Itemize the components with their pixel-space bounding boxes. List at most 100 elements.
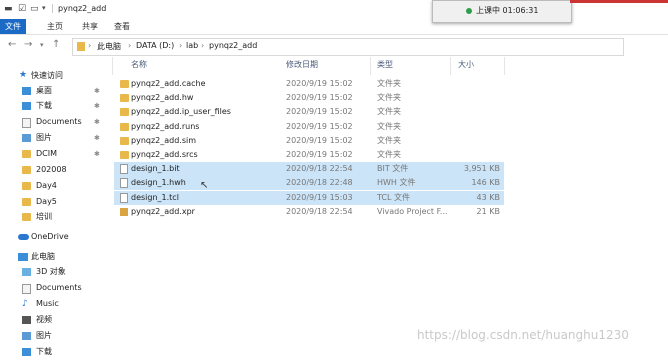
file-row[interactable]: design_1.tcl 2020/9/19 15:03 TCL 文件 43 KB: [114, 190, 504, 205]
column-header-size[interactable]: 大小: [458, 59, 474, 70]
file-size: 146 KB: [471, 178, 500, 188]
sidebar-item-3d-objects[interactable]: 3D 对象: [0, 264, 104, 280]
file-type: 文件夹: [377, 150, 401, 159]
cube-icon: [22, 268, 31, 276]
sidebar-item-documents[interactable]: Documents ✱: [0, 114, 104, 130]
file-row[interactable]: design_1.bit 2020/9/18 22:54 BIT 文件 3,951 K…: [114, 162, 504, 177]
qa-dropdown-icon[interactable]: ▾: [42, 4, 46, 12]
mouse-cursor-icon: ↖: [200, 180, 209, 191]
column-header-date[interactable]: 修改日期: [286, 59, 318, 70]
file-type: 文件夹: [377, 121, 401, 131]
sidebar-item-dcim[interactable]: DCIM ✱: [0, 146, 104, 162]
file-row[interactable]: pynqz2_add.ip_user_files 2020/9/19 15:02 文…: [114, 105, 504, 119]
file-date: 2020/9/19 15:02: [286, 93, 353, 103]
sidebar-item-label: Documents: [36, 283, 82, 292]
chevron-right-icon: ›: [201, 41, 205, 50]
sidebar-item-label: 202008: [36, 165, 67, 174]
sidebar-item-this-pc[interactable]: 此电脑: [0, 249, 104, 265]
tab-home[interactable]: 主页: [42, 19, 68, 34]
sidebar-item-label: 下载: [36, 347, 52, 356]
file-date: 2020/9/19 15:02: [286, 121, 353, 131]
file-type: 文件夹: [377, 93, 401, 103]
folder-icon: [22, 213, 31, 221]
breadcrumb-data-drive[interactable]: DATA (D:): [136, 41, 174, 50]
file-size: 21 KB: [476, 206, 500, 216]
file-date: 2020/9/19 15:02: [286, 107, 353, 117]
folder-icon: [120, 151, 129, 159]
sidebar-item-desktop[interactable]: 桌面 ✱: [0, 83, 104, 99]
computer-icon: [18, 253, 28, 261]
column-divider[interactable]: [504, 57, 505, 75]
document-icon: [22, 284, 31, 294]
vivado-project-icon: [120, 207, 128, 216]
sidebar-item-downloads-pc[interactable]: 下载: [0, 344, 104, 360]
file-list: 名称 修改日期 类型 大小 pynqz2_add.cache 2020/9/19 …: [112, 57, 668, 355]
file-row[interactable]: design_1.hwh 2020/9/18 22:48 HWH 文件 146 KB: [114, 176, 504, 191]
folder-icon: [22, 182, 31, 190]
pin-icon[interactable]: ✱: [94, 146, 100, 162]
sidebar-item-202008[interactable]: 202008: [0, 162, 104, 178]
file-row[interactable]: pynqz2_add.cache 2020/9/19 15:02 文件夹: [114, 77, 504, 91]
breadcrumb-pynqz2-add[interactable]: pynqz2_add: [209, 41, 257, 50]
tab-view[interactable]: 查看: [109, 19, 135, 34]
file-row[interactable]: pynqz2_add.runs 2020/9/19 15:02 文件夹: [114, 120, 504, 134]
tab-share[interactable]: 共享: [77, 19, 103, 34]
sidebar-item-pictures[interactable]: 图片 ✱: [0, 130, 104, 146]
column-header-name[interactable]: 名称: [131, 59, 147, 70]
column-divider[interactable]: [450, 57, 451, 75]
up-arrow-icon[interactable]: ↑: [52, 39, 60, 50]
sidebar-item-label: Day5: [36, 197, 57, 206]
file-date: 2020/9/19 15:02: [286, 135, 353, 145]
file-row[interactable]: pynqz2_add.srcs 2020/9/19 15:02 文件夹: [114, 148, 504, 162]
file-row[interactable]: pynqz2_add.xpr 2020/9/18 22:54 Vivado Proj…: [114, 205, 504, 219]
navigation-pane: ★ 快速访问 桌面 ✱ 下载 ✱ Documents ✱ 图片 ✱ DCIM ✱…: [0, 57, 104, 356]
file-date: 2020/9/18 22:54: [286, 164, 353, 174]
properties-icon[interactable]: ☑: [18, 4, 26, 14]
window-title: pynqz2_add: [58, 4, 107, 13]
file-row[interactable]: pynqz2_add.sim 2020/9/19 15:02 文件夹: [114, 134, 504, 148]
sidebar-item-pictures-pc[interactable]: 图片: [0, 328, 104, 344]
file-name: pynqz2_add.cache: [131, 79, 206, 88]
back-arrow-icon[interactable]: ←: [8, 39, 16, 50]
breadcrumb-this-pc[interactable]: 此电脑: [97, 41, 121, 52]
sidebar-item-label: 图片: [36, 331, 52, 340]
file-name: pynqz2_add.xpr: [131, 206, 195, 216]
sidebar-item-downloads[interactable]: 下载 ✱: [0, 98, 104, 114]
file-row[interactable]: pynqz2_add.hw 2020/9/19 15:02 文件夹: [114, 91, 504, 105]
sidebar-item-label: 桌面: [36, 86, 52, 95]
file-type: BIT 文件: [377, 164, 409, 174]
sidebar-item-onedrive[interactable]: OneDrive: [0, 229, 104, 245]
sidebar-item-quick-access[interactable]: ★ 快速访问: [0, 68, 104, 84]
pin-icon[interactable]: ✱: [94, 130, 100, 146]
chevron-right-icon: ›: [88, 41, 92, 50]
sidebar-item-day4[interactable]: Day4: [0, 178, 104, 194]
breadcrumb-lab[interactable]: lab: [186, 41, 198, 50]
sidebar-item-training[interactable]: 培训: [0, 209, 104, 225]
pin-icon[interactable]: ✱: [94, 83, 100, 99]
sidebar-item-music[interactable]: ♪ Music: [0, 296, 104, 312]
desktop-icon: [22, 87, 31, 95]
recent-dropdown-icon[interactable]: ▾: [40, 41, 44, 49]
file-type: TCL 文件: [377, 192, 411, 202]
forward-arrow-icon[interactable]: →: [24, 39, 32, 50]
file-size: 3,951 KB: [463, 164, 500, 174]
sidebar-item-label: 图片: [36, 133, 52, 142]
new-folder-icon[interactable]: ▭: [30, 4, 39, 14]
file-type: HWH 文件: [377, 178, 416, 188]
sidebar-item-videos[interactable]: 视频: [0, 312, 104, 328]
pin-icon[interactable]: ✱: [94, 98, 100, 114]
file-date: 2020/9/19 15:02: [286, 150, 353, 159]
file-type: 文件夹: [377, 135, 401, 145]
sidebar-item-day5[interactable]: Day5: [0, 194, 104, 210]
picture-icon: [22, 332, 31, 340]
column-header-type[interactable]: 类型: [377, 59, 393, 70]
tab-file[interactable]: 文件: [0, 19, 26, 34]
sidebar-item-label: 下载: [36, 101, 52, 110]
pin-icon[interactable]: ✱: [94, 114, 100, 130]
file-name: pynqz2_add.ip_user_files: [131, 107, 231, 117]
sidebar-item-documents-pc[interactable]: Documents: [0, 280, 104, 296]
address-bar[interactable]: › 此电脑 › DATA (D:) › lab › pynqz2_add: [72, 38, 624, 56]
watermark: https://blog.csdn.net/huanghu1230: [417, 328, 629, 342]
column-divider[interactable]: [370, 57, 371, 75]
file-name: pynqz2_add.sim: [131, 135, 197, 145]
